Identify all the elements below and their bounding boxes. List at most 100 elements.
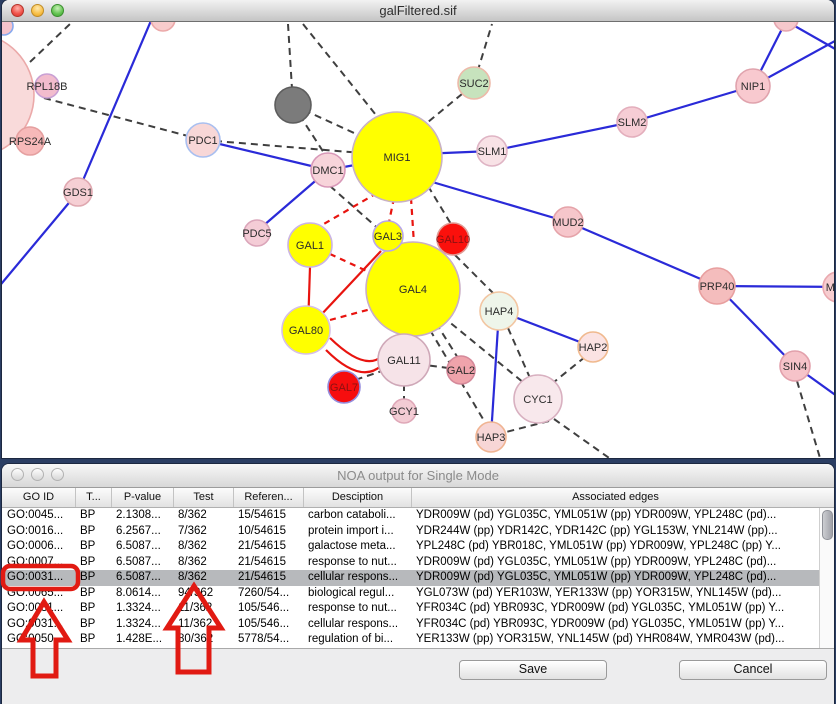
network-edge[interactable] bbox=[797, 381, 820, 458]
network-edge[interactable] bbox=[303, 24, 380, 120]
cell-pvalue: 8.0614... bbox=[111, 586, 173, 602]
column-header-t-[interactable]: T... bbox=[75, 488, 111, 507]
node-label-GAL3: GAL3 bbox=[374, 231, 402, 243]
cell-goid: GO:0065... bbox=[2, 586, 75, 602]
cancel-button[interactable]: Cancel bbox=[679, 660, 827, 680]
vertical-scrollbar[interactable] bbox=[819, 508, 834, 648]
node-label-SLM2: SLM2 bbox=[618, 117, 647, 129]
cell-goid: GO:0007... bbox=[2, 555, 75, 571]
column-header-p-value[interactable]: P-value bbox=[111, 488, 173, 507]
cell-pvalue: 6.5087... bbox=[111, 570, 173, 586]
network-node-top-right-cut[interactable] bbox=[774, 22, 798, 31]
node-label-PDC5: PDC5 bbox=[242, 228, 271, 240]
cell-edges: YER133W (pp) YOR315W, YNL145W (pd) YHR08… bbox=[411, 632, 819, 648]
network-edge[interactable] bbox=[30, 24, 70, 62]
cell-goid: GO:0006... bbox=[2, 539, 75, 555]
node-label-GCY1: GCY1 bbox=[389, 406, 419, 418]
network-edge[interactable] bbox=[411, 198, 414, 244]
cell-desc: protein import i... bbox=[303, 524, 411, 540]
network-edge[interactable] bbox=[78, 22, 153, 192]
network-edge[interactable] bbox=[422, 94, 462, 127]
column-header-referen-[interactable]: Referen... bbox=[233, 488, 303, 507]
table-row[interactable]: GO:0050...BP1.428E...80/3625778/54...reg… bbox=[2, 632, 834, 648]
cell-desc: cellular respons... bbox=[303, 617, 411, 633]
network-edge[interactable] bbox=[554, 419, 612, 458]
go-term-table: GO IDT...P-valueTestReferen...Desciption… bbox=[2, 488, 834, 649]
cell-ref: 105/546... bbox=[233, 601, 303, 617]
network-canvas[interactable]: MIG1GAL4RPL18BRPS24AGDS1PDC1DMC1PDC5SUC2… bbox=[2, 22, 834, 458]
cell-edges: YPL248C (pd) YBR018C, YML051W (pp) YDR00… bbox=[411, 539, 819, 555]
column-header-desciption[interactable]: Desciption bbox=[303, 488, 411, 507]
node-label-GAL80: GAL80 bbox=[289, 325, 323, 337]
column-header-test[interactable]: Test bbox=[173, 488, 233, 507]
column-header-associated-edges[interactable]: Associated edges bbox=[411, 488, 819, 507]
cell-type: BP bbox=[75, 570, 111, 586]
node-label-MIG1: MIG1 bbox=[384, 152, 411, 164]
table-row[interactable]: GO:0065...BP8.0614...94/3627260/54...bio… bbox=[2, 586, 834, 602]
cell-goid: GO:0050... bbox=[2, 632, 75, 648]
network-edge[interactable] bbox=[554, 357, 585, 382]
cell-desc: cellular respons... bbox=[303, 570, 411, 586]
network-edge[interactable] bbox=[317, 193, 377, 228]
network-node-top-left-cut[interactable] bbox=[2, 22, 13, 35]
cell-desc: response to nut... bbox=[303, 555, 411, 571]
cell-edges: YDR009W (pd) YGL035C, YML051W (pp) YDR00… bbox=[411, 555, 819, 571]
cell-type: BP bbox=[75, 524, 111, 540]
cell-goid: GO:0031... bbox=[2, 617, 75, 633]
network-edge[interactable] bbox=[428, 186, 451, 224]
cell-test: 80/362 bbox=[173, 632, 233, 648]
network-edge[interactable] bbox=[568, 222, 717, 286]
column-header-go-id[interactable]: GO ID bbox=[2, 488, 75, 507]
network-edge[interactable] bbox=[508, 328, 530, 378]
cell-test: 8/362 bbox=[173, 555, 233, 571]
table-row[interactable]: GO:0045...BP2.1308...8/36215/54615carbon… bbox=[2, 508, 834, 524]
cell-test: 11/362 bbox=[173, 617, 233, 633]
cell-test: 94/362 bbox=[173, 586, 233, 602]
table-row[interactable]: GO:0031...BP1.3324...11/362105/546...cel… bbox=[2, 617, 834, 633]
table-row[interactable]: GO:0031...BP1.3324...11/362105/546...res… bbox=[2, 601, 834, 617]
table-row[interactable]: GO:0016...BP6.2567...7/36210/54615protei… bbox=[2, 524, 834, 540]
noa-window-title: NOA output for Single Mode bbox=[2, 464, 834, 487]
table-row[interactable]: GO:0006...BP6.5087...8/36221/54615galact… bbox=[2, 539, 834, 555]
network-window-titlebar[interactable]: galFiltered.sif bbox=[2, 0, 834, 22]
cell-test: 11/362 bbox=[173, 601, 233, 617]
network-edge[interactable] bbox=[632, 86, 753, 122]
node-label-PRP40: PRP40 bbox=[700, 281, 735, 293]
noa-output-window: NOA output for Single Mode GO IDT...P-va… bbox=[2, 464, 834, 704]
network-edge[interactable] bbox=[455, 255, 496, 296]
network-edge[interactable] bbox=[492, 122, 632, 151]
cell-type: BP bbox=[75, 632, 111, 648]
network-node-top-cut[interactable] bbox=[151, 22, 175, 31]
cell-desc: response to nut... bbox=[303, 601, 411, 617]
scrollbar-thumb[interactable] bbox=[822, 510, 833, 540]
node-label-RPL18B: RPL18B bbox=[27, 81, 68, 93]
cell-ref: 7260/54... bbox=[233, 586, 303, 602]
cell-edges: YFR034C (pd) YBR093C, YDR009W (pd) YGL03… bbox=[411, 601, 819, 617]
cell-edges: YGL073W (pd) YER103W, YER133W (pp) YOR31… bbox=[411, 586, 819, 602]
noa-window-titlebar[interactable]: NOA output for Single Mode bbox=[2, 464, 834, 488]
cell-ref: 21/54615 bbox=[233, 570, 303, 586]
cell-edges: YFR034C (pd) YBR093C, YDR009W (pd) YGL03… bbox=[411, 617, 819, 633]
network-edge[interactable] bbox=[330, 338, 382, 361]
cell-pvalue: 1.3324... bbox=[111, 617, 173, 633]
table-row[interactable]: GO:0007...BP6.5087...8/36221/54615respon… bbox=[2, 555, 834, 571]
node-label-GAL11: GAL11 bbox=[387, 355, 420, 367]
cell-edges: YDR009W (pd) YGL035C, YML051W (pp) YDR00… bbox=[411, 508, 819, 524]
node-label-GAL4: GAL4 bbox=[399, 284, 427, 296]
cell-desc: galactose meta... bbox=[303, 539, 411, 555]
save-button[interactable]: Save bbox=[459, 660, 607, 680]
network-edge[interactable] bbox=[330, 309, 371, 320]
cell-pvalue: 1.3324... bbox=[111, 601, 173, 617]
table-row[interactable]: GO:0031...BP6.5087...8/36221/54615cellul… bbox=[2, 570, 834, 586]
network-edge[interactable] bbox=[44, 98, 203, 140]
node-label-SIN4: SIN4 bbox=[783, 361, 807, 373]
cell-ref: 10/54615 bbox=[233, 524, 303, 540]
network-edge[interactable] bbox=[330, 254, 371, 273]
network-edge[interactable] bbox=[2, 192, 78, 295]
cell-ref: 21/54615 bbox=[233, 539, 303, 555]
node-label-HAP2: HAP2 bbox=[579, 342, 608, 354]
node-label-MUD2: MUD2 bbox=[552, 217, 583, 229]
node-label-SLM1: SLM1 bbox=[478, 146, 507, 158]
node-label-PDC1: PDC1 bbox=[188, 135, 217, 147]
network-node-gray-node[interactable] bbox=[275, 87, 311, 123]
